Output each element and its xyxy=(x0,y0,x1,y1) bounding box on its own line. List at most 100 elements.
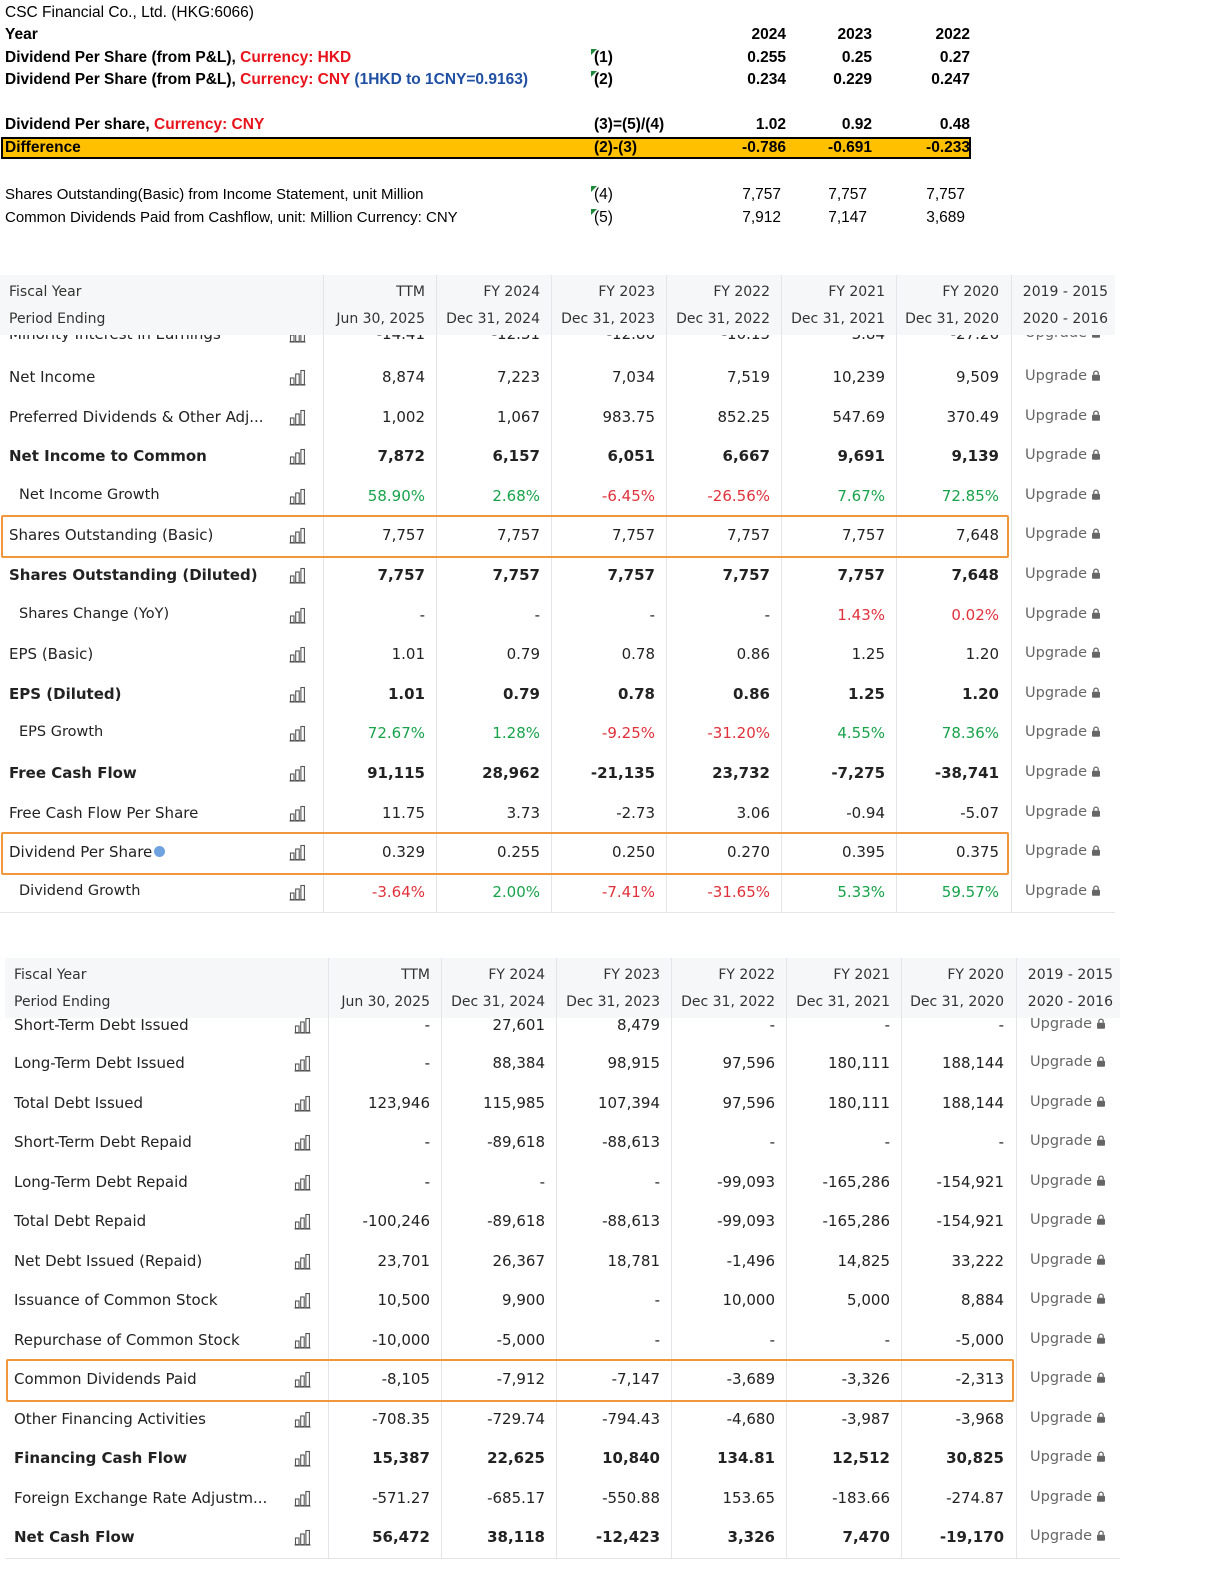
row-label[interactable]: Long-Term Debt Issued xyxy=(14,1054,185,1072)
bar-chart-icon[interactable] xyxy=(294,1095,311,1112)
column-header[interactable]: 2019 - 2015 2020 - 2016 xyxy=(998,275,1108,335)
bar-chart-icon[interactable] xyxy=(289,844,306,861)
column-header[interactable]: FY 2023 Dec 31, 2023 xyxy=(545,275,655,335)
row-label[interactable]: Short-Term Debt Issued xyxy=(14,1018,189,1034)
upgrade-link[interactable]: Upgrade xyxy=(1025,645,1101,661)
info-icon[interactable] xyxy=(154,846,166,858)
column-header[interactable]: TTM Jun 30, 2025 xyxy=(320,958,430,1018)
upgrade-link[interactable]: Upgrade xyxy=(1025,804,1101,820)
row-label[interactable]: Long-Term Debt Repaid xyxy=(14,1173,188,1191)
row-label[interactable]: Net Income xyxy=(9,368,95,386)
bar-chart-icon[interactable] xyxy=(294,1529,311,1546)
upgrade-link[interactable]: Upgrade xyxy=(1025,447,1101,463)
row-label[interactable]: Other Financing Activities xyxy=(14,1410,206,1428)
bar-chart-icon[interactable] xyxy=(294,1174,311,1191)
row-label[interactable]: Net Debt Issued (Repaid) xyxy=(14,1252,202,1270)
bar-chart-icon[interactable] xyxy=(294,1018,311,1034)
bar-chart-icon[interactable] xyxy=(289,448,306,465)
upgrade-link[interactable]: Upgrade xyxy=(1025,764,1101,780)
upgrade-link[interactable]: Upgrade xyxy=(1030,1018,1106,1032)
upgrade-link[interactable]: Upgrade xyxy=(1030,1094,1106,1110)
column-header[interactable]: FY 2022 Dec 31, 2022 xyxy=(660,275,770,335)
row-label[interactable]: Free Cash Flow xyxy=(9,764,137,782)
column-header[interactable]: 2019 - 2015 2020 - 2016 xyxy=(1003,958,1113,1018)
bar-chart-icon[interactable] xyxy=(294,1450,311,1467)
row-label[interactable]: EPS (Basic) xyxy=(9,645,93,663)
upgrade-link[interactable]: Upgrade xyxy=(1030,1212,1106,1228)
row-label[interactable]: Free Cash Flow Per Share xyxy=(9,804,198,822)
upgrade-link[interactable]: Upgrade xyxy=(1025,487,1101,503)
row-label[interactable]: Dividend Growth xyxy=(19,883,140,899)
bar-chart-icon[interactable] xyxy=(289,488,306,505)
bar-chart-icon[interactable] xyxy=(294,1292,311,1309)
column-header[interactable]: TTM Jun 30, 2025 xyxy=(315,275,425,335)
upgrade-link[interactable]: Upgrade xyxy=(1025,685,1101,701)
bar-chart-icon[interactable] xyxy=(289,646,306,663)
bar-chart-icon[interactable] xyxy=(289,686,306,703)
bar-chart-icon[interactable] xyxy=(289,607,306,624)
row-label[interactable]: Repurchase of Common Stock xyxy=(14,1331,240,1349)
column-header[interactable]: FY 2024 Dec 31, 2024 xyxy=(430,275,540,335)
bar-chart-icon[interactable] xyxy=(294,1213,311,1230)
upgrade-link[interactable]: Upgrade xyxy=(1025,368,1101,384)
upgrade-link[interactable]: Upgrade xyxy=(1025,526,1101,542)
upgrade-link[interactable]: Upgrade xyxy=(1030,1173,1106,1189)
column-header[interactable]: FY 2024 Dec 31, 2024 xyxy=(435,958,545,1018)
upgrade-link[interactable]: Upgrade xyxy=(1025,335,1101,341)
row-label[interactable]: Net Cash Flow xyxy=(14,1528,135,1546)
bar-chart-icon[interactable] xyxy=(289,805,306,822)
bar-chart-icon[interactable] xyxy=(294,1134,311,1151)
bar-chart-icon[interactable] xyxy=(294,1055,311,1072)
row-label[interactable]: Shares Change (YoY) xyxy=(19,606,169,622)
bar-chart-icon[interactable] xyxy=(294,1490,311,1507)
bar-chart-icon[interactable] xyxy=(289,409,306,426)
row-label[interactable]: EPS Growth xyxy=(19,724,103,740)
upgrade-link[interactable]: Upgrade xyxy=(1025,724,1101,740)
row-label[interactable]: Total Debt Repaid xyxy=(14,1212,146,1230)
upgrade-link[interactable]: Upgrade xyxy=(1025,883,1101,899)
bar-chart-icon[interactable] xyxy=(289,335,306,343)
row-label[interactable]: Short-Term Debt Repaid xyxy=(14,1133,192,1151)
bar-chart-icon[interactable] xyxy=(294,1253,311,1270)
upgrade-link[interactable]: Upgrade xyxy=(1025,566,1101,582)
bar-chart-icon[interactable] xyxy=(289,884,306,901)
row-label[interactable]: Foreign Exchange Rate Adjustm... xyxy=(14,1489,267,1507)
row-label[interactable]: EPS (Diluted) xyxy=(9,685,121,703)
bar-chart-icon[interactable] xyxy=(289,765,306,782)
upgrade-link[interactable]: Upgrade xyxy=(1025,843,1101,859)
bar-chart-icon[interactable] xyxy=(289,567,306,584)
row-label[interactable]: Minority Interest in Earnings xyxy=(9,335,221,343)
row-label[interactable]: Common Dividends Paid xyxy=(14,1370,197,1388)
upgrade-link[interactable]: Upgrade xyxy=(1030,1370,1106,1386)
row-label[interactable]: Net Income to Common xyxy=(9,447,207,465)
column-header[interactable]: FY 2020 Dec 31, 2020 xyxy=(894,958,1004,1018)
upgrade-link[interactable]: Upgrade xyxy=(1030,1410,1106,1426)
bar-chart-icon[interactable] xyxy=(289,527,306,544)
upgrade-link[interactable]: Upgrade xyxy=(1030,1291,1106,1307)
bar-chart-icon[interactable] xyxy=(289,369,306,386)
upgrade-link[interactable]: Upgrade xyxy=(1030,1449,1106,1465)
bar-chart-icon[interactable] xyxy=(294,1332,311,1349)
bar-chart-icon[interactable] xyxy=(294,1371,311,1388)
upgrade-link[interactable]: Upgrade xyxy=(1030,1252,1106,1268)
row-label[interactable]: Net Income Growth xyxy=(19,487,160,503)
upgrade-link[interactable]: Upgrade xyxy=(1025,606,1101,622)
column-header[interactable]: FY 2020 Dec 31, 2020 xyxy=(889,275,999,335)
row-label[interactable]: Preferred Dividends & Other Adj... xyxy=(9,408,264,426)
upgrade-link[interactable]: Upgrade xyxy=(1030,1489,1106,1505)
bar-chart-icon[interactable] xyxy=(289,725,306,742)
upgrade-link[interactable]: Upgrade xyxy=(1030,1528,1106,1544)
row-label[interactable]: Total Debt Issued xyxy=(14,1094,143,1112)
upgrade-link[interactable]: Upgrade xyxy=(1030,1054,1106,1070)
bar-chart-icon[interactable] xyxy=(294,1411,311,1428)
row-label[interactable]: Dividend Per Share xyxy=(9,843,166,861)
upgrade-link[interactable]: Upgrade xyxy=(1030,1331,1106,1347)
row-label[interactable]: Shares Outstanding (Diluted) xyxy=(9,566,258,584)
column-header[interactable]: FY 2021 Dec 31, 2021 xyxy=(775,275,885,335)
upgrade-link[interactable]: Upgrade xyxy=(1030,1133,1106,1149)
row-label[interactable]: Financing Cash Flow xyxy=(14,1449,187,1467)
row-label[interactable]: Shares Outstanding (Basic) xyxy=(9,526,213,544)
column-header[interactable]: FY 2022 Dec 31, 2022 xyxy=(665,958,775,1018)
column-header[interactable]: FY 2021 Dec 31, 2021 xyxy=(780,958,890,1018)
upgrade-link[interactable]: Upgrade xyxy=(1025,408,1101,424)
